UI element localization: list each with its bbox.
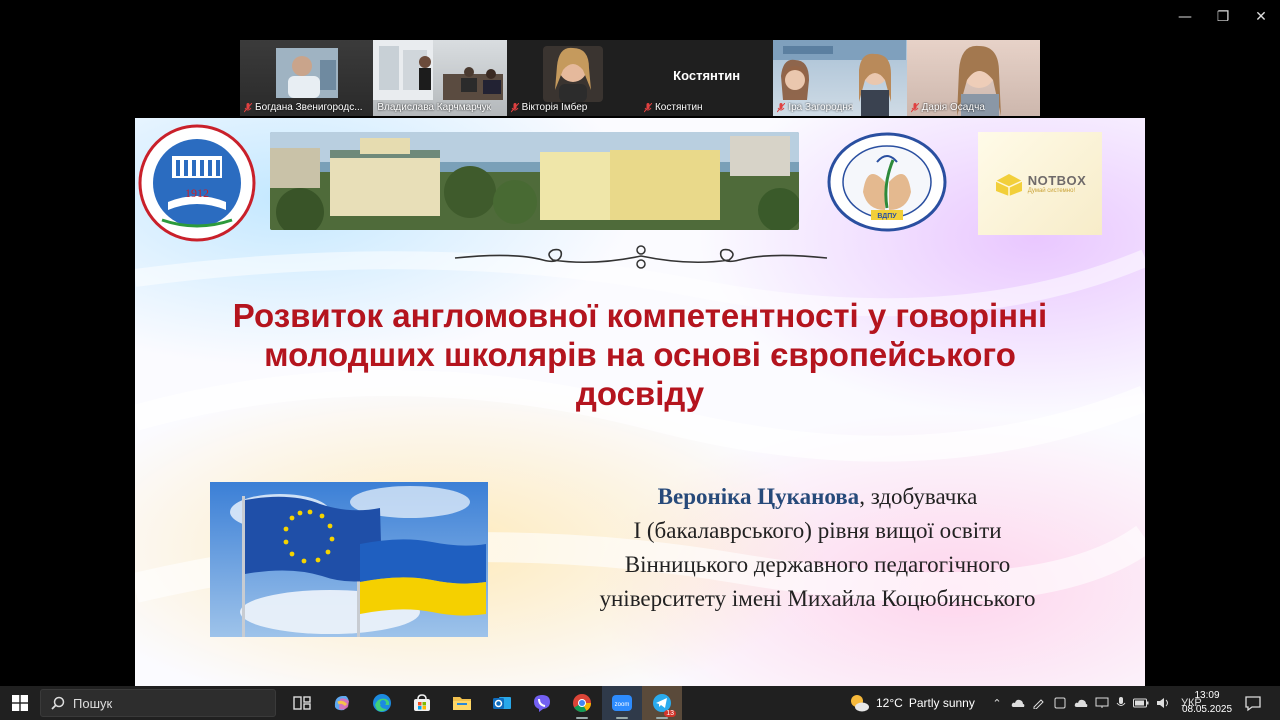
outlook-icon [493, 697, 511, 709]
participant-name: Іра Загородня [777, 102, 853, 113]
university-logo-year: 1912 [185, 186, 209, 200]
author-line: Вероніка Цуканова, здобувачка [535, 480, 1100, 514]
zoom-icon: zoom [612, 695, 632, 711]
slide-title-line: Розвиток англомовної компетентності у го… [232, 297, 1048, 334]
store-icon [414, 694, 430, 711]
taskbar-search[interactable]: Пошук [40, 689, 276, 717]
participant-tile[interactable]: Богдана Звенигородс... [240, 40, 374, 116]
participant-tile-active[interactable]: Владислава Карчмарчук [373, 40, 507, 116]
file-explorer-icon [453, 697, 471, 710]
system-tray: ⌃ УКР [990, 686, 1202, 720]
cloud-icon[interactable] [1074, 697, 1088, 709]
slide-title: Розвиток англомовної компетентності у го… [155, 296, 1125, 413]
participant-display-name: Костянтин [673, 68, 741, 83]
battery-icon[interactable] [1133, 698, 1149, 708]
muted-mic-icon [244, 102, 252, 113]
participant-tile[interactable]: Вікторія Імбер [506, 40, 640, 116]
onedrive-cloud-icon[interactable] [1011, 697, 1025, 709]
notbox-subtitle: Думай системно! [1027, 188, 1076, 194]
viber-icon [534, 695, 550, 712]
device-icon[interactable] [1053, 697, 1067, 709]
author-name: Вероніка Цуканова [657, 484, 860, 509]
slide-title-line: досвіду [575, 375, 705, 412]
close-button[interactable]: ✕ [1242, 0, 1280, 34]
zoom-button[interactable]: zoom [602, 686, 642, 720]
edge-button[interactable] [362, 686, 402, 720]
clock-date: 08.05.2025 [1181, 704, 1233, 715]
participant-name: Вікторія Імбер [510, 102, 587, 113]
edge-icon [373, 694, 391, 712]
notification-center-icon[interactable] [1244, 694, 1262, 712]
partly-sunny-icon [851, 695, 869, 712]
decorative-flourish [454, 245, 828, 269]
maximize-button[interactable]: ❐ [1204, 0, 1242, 34]
telegram-unread-badge: 13 [664, 710, 676, 717]
pinned-apps: zoom 13 [282, 686, 682, 720]
muted-mic-icon [777, 102, 786, 113]
author-line: університету імені Михайла Коцюбинського [599, 586, 1036, 611]
author-role: , здобувачка [859, 484, 978, 509]
taskbar: Пошук zoom 13 12°C Partly sunny ⌃ УКР 13… [0, 686, 1280, 720]
participant-tile[interactable]: Костянтин Костянтин [639, 40, 774, 116]
participants-strip: Богдана Звенигородс... Владислава Карчма… [240, 40, 1040, 116]
start-button[interactable] [0, 686, 40, 720]
participant-tile[interactable]: Іра Загородня [773, 40, 907, 116]
author-line: Вінницького державного педагогічного [624, 552, 1011, 577]
eu-ukraine-flags-image [210, 482, 488, 637]
window-controls: — ❐ ✕ [1166, 0, 1280, 34]
participant-name: Богдана Звенигородс... [244, 102, 363, 113]
chrome-button[interactable] [562, 686, 602, 720]
chrome-icon [573, 694, 591, 713]
muted-mic-icon [910, 102, 919, 113]
store-button[interactable] [402, 686, 442, 720]
speaker-icon[interactable] [1156, 697, 1170, 709]
file-explorer-button[interactable] [442, 686, 482, 720]
minimize-button[interactable]: — [1166, 0, 1204, 34]
microphone-icon[interactable] [1116, 697, 1126, 709]
university-logo: 1912 [138, 124, 256, 242]
copilot-button[interactable] [322, 686, 362, 720]
participant-name: Дарія Осадча [910, 102, 985, 113]
weather-widget[interactable]: 12°C Partly sunny [848, 686, 975, 720]
department-logo: ВДПУ [827, 132, 947, 232]
participant-tile[interactable]: Дарія Осадча [906, 40, 1040, 116]
muted-mic-icon [510, 102, 519, 113]
notbox-cube-icon [995, 173, 1023, 196]
author-line: І (бакалаврського) рівня вищої освіти [633, 518, 1002, 543]
notbox-title: NOTBOX [1027, 173, 1087, 188]
participant-name: Костянтин [643, 102, 703, 113]
task-view-button[interactable] [282, 686, 322, 720]
pen-icon[interactable] [1032, 697, 1046, 709]
windows-icon [12, 695, 28, 711]
telegram-button[interactable]: 13 [642, 686, 682, 720]
participant-name: Владислава Карчмарчук [377, 102, 492, 113]
task-view-icon [293, 696, 311, 710]
chevron-up-icon[interactable]: ⌃ [990, 697, 1004, 710]
search-icon [51, 696, 65, 710]
copilot-icon [334, 696, 349, 711]
slide-title-line: молодших школярів на основі європейськог… [264, 336, 1016, 373]
campus-photo [270, 132, 799, 230]
shared-slide: 1912 ВДПУ NOTBOX Думай системно! Розвито… [135, 118, 1145, 686]
weather-description: Partly sunny [908, 696, 975, 710]
muted-mic-icon [643, 102, 652, 113]
author-info: Вероніка Цуканова, здобувачка І (бакалав… [535, 480, 1100, 616]
search-placeholder: Пошук [73, 695, 113, 711]
viber-button[interactable] [522, 686, 562, 720]
department-logo-text: ВДПУ [877, 213, 897, 220]
weather-temperature: 12°C [876, 696, 903, 710]
notbox-logo: NOTBOX Думай системно! [978, 132, 1102, 235]
display-icon[interactable] [1095, 697, 1109, 709]
clock-time: 13:09 [1194, 690, 1220, 701]
system-clock[interactable]: 13:09 08.05.2025 [1180, 689, 1234, 717]
outlook-button[interactable] [482, 686, 522, 720]
zoom-icon-label: zoom [615, 702, 630, 708]
